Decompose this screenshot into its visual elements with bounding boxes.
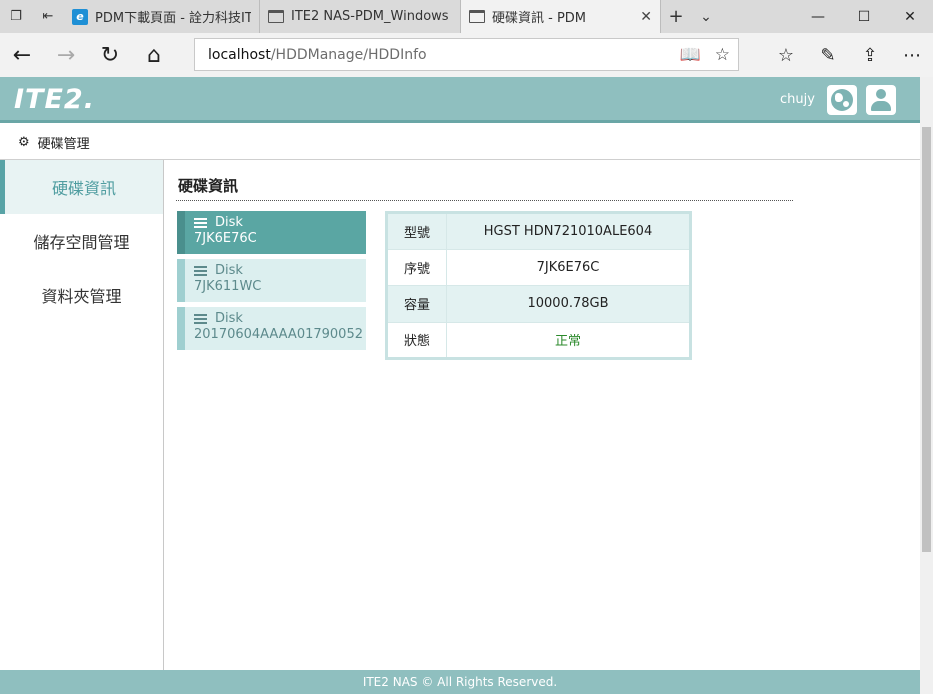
sidebar-item-folder-management[interactable]: 資料夾管理 (0, 268, 163, 322)
disk-item[interactable]: Disk 20170604AAAA01790052 (177, 307, 366, 350)
browser-tools: ☆ ✎ ⇪ ⋯ (765, 33, 933, 77)
table-row: 型號 HGST HDN721010ALE604 (386, 212, 691, 250)
table-row: 狀態 正常 (386, 321, 691, 359)
info-key: 序號 (386, 248, 447, 286)
breadcrumb: ⚙ 硬碟管理 (0, 126, 920, 160)
browser-tab-3[interactable]: 硬碟資訊 - PDM ✕ (461, 0, 661, 33)
edge-icon: e (72, 8, 88, 25)
reading-view-icon[interactable]: 📖 (680, 45, 701, 65)
disk-info-table: 型號 HGST HDN721010ALE604 序號 7JK6E76C 容量 1… (385, 211, 692, 360)
user-profile-button[interactable] (866, 85, 896, 115)
footer: ITE2 NAS © All Rights Reserved. (0, 670, 920, 694)
window-icon (469, 10, 485, 23)
table-row: 容量 10000.78GB (386, 285, 691, 323)
window-controls: — ☐ ✕ (795, 0, 933, 33)
address-bar[interactable]: localhost/HDDManage/HDDInfo 📖 ☆ (194, 38, 739, 71)
address-icons: 📖 ☆ (680, 39, 730, 70)
tab-title: 硬碟資訊 - PDM (492, 11, 587, 26)
browser-tab-bar: ❐ ⇤ e PDM下載頁面 - 詮力科技ITE ITE2 NAS-PDM_Win… (0, 0, 933, 33)
sidebar-item-hdd-info[interactable]: 硬碟資訊 (0, 160, 163, 214)
status-value: 正常 (446, 321, 691, 359)
main-content: 硬碟資訊 Disk 7JK6E76C Disk 7JK611WC Disk 20… (164, 160, 920, 670)
refresh-icon[interactable]: ↻ (88, 33, 132, 77)
page-scrollbar[interactable] (920, 77, 933, 694)
disk-id: 7JK6E76C (194, 231, 257, 246)
title-divider (176, 200, 793, 201)
person-icon (871, 89, 891, 111)
disk-item[interactable]: Disk 7JK611WC (177, 259, 366, 302)
browser-tab-1[interactable]: e PDM下載頁面 - 詮力科技ITE (64, 0, 260, 33)
disk-id: 7JK611WC (194, 279, 262, 294)
chevron-down-icon[interactable]: ⌄ (691, 0, 721, 33)
disk-id: 20170604AAAA01790052 (194, 327, 363, 342)
disk-label: Disk (215, 263, 243, 278)
menu-icon (194, 265, 207, 276)
share-icon[interactable]: ⇪ (849, 45, 891, 66)
globe-icon (831, 89, 853, 111)
table-row: 序號 7JK6E76C (386, 248, 691, 286)
breadcrumb-label: 硬碟管理 (37, 137, 90, 152)
web-note-icon[interactable]: ✎ (807, 45, 849, 66)
disk-list: Disk 7JK6E76C Disk 7JK611WC Disk 2017060… (177, 211, 366, 355)
info-value: HGST HDN721010ALE604 (446, 212, 691, 250)
disk-label: Disk (215, 215, 243, 230)
minimize-icon[interactable]: — (795, 0, 841, 33)
url-host: localhost (208, 46, 271, 63)
scrollbar-thumb[interactable] (922, 127, 931, 552)
back-arrow-icon[interactable]: ← (0, 33, 44, 77)
disk-item[interactable]: Disk 7JK6E76C (177, 211, 366, 254)
language-button[interactable] (827, 85, 857, 115)
info-key: 容量 (386, 285, 447, 323)
favorites-hub-icon[interactable]: ☆ (765, 45, 807, 66)
page-title: 硬碟資訊 (178, 177, 239, 195)
ite2-logo[interactable]: ITE2. (14, 84, 95, 115)
gear-icon: ⚙ (18, 135, 30, 150)
sidebar-item-storage-management[interactable]: 儲存空間管理 (0, 214, 163, 268)
new-tab-icon[interactable]: + (661, 0, 691, 33)
tab-manager-icon[interactable]: ❐ (0, 0, 32, 33)
footer-text: ITE2 NAS © All Rights Reserved. (362, 675, 558, 689)
info-value: 10000.78GB (446, 285, 691, 323)
username: chujy (780, 92, 815, 107)
maximize-icon[interactable]: ☐ (841, 0, 887, 33)
home-icon[interactable]: ⌂ (132, 33, 176, 77)
tab-title: ITE2 NAS-PDM_Windows 10 (291, 9, 452, 24)
app-header: ITE2. chujy (0, 77, 920, 123)
sidebar-item-label: 儲存空間管理 (33, 233, 130, 252)
forward-arrow-icon[interactable]: → (44, 33, 88, 77)
info-key: 型號 (386, 212, 447, 250)
browser-tab-2[interactable]: ITE2 NAS-PDM_Windows 10 (260, 0, 461, 33)
disk-label: Disk (215, 311, 243, 326)
browser-nav-bar: ← → ↻ ⌂ localhost/HDDManage/HDDInfo 📖 ☆ … (0, 33, 933, 77)
sidebar-item-label: 資料夾管理 (41, 287, 122, 306)
url-path: /HDDManage/HDDInfo (270, 46, 427, 63)
window-icon (268, 10, 284, 23)
close-window-icon[interactable]: ✕ (887, 0, 933, 33)
set-aside-tabs-icon[interactable]: ⇤ (32, 0, 64, 33)
more-options-icon[interactable]: ⋯ (891, 45, 933, 66)
sidebar: 硬碟資訊 儲存空間管理 資料夾管理 (0, 160, 164, 670)
sidebar-item-label: 硬碟資訊 (51, 179, 116, 198)
info-key: 狀態 (386, 321, 447, 359)
favorite-star-icon[interactable]: ☆ (715, 45, 730, 65)
close-tab-icon[interactable]: ✕ (640, 9, 652, 25)
tab-title: PDM下載頁面 - 詮力科技ITE (95, 11, 251, 26)
menu-icon (194, 313, 207, 324)
menu-icon (194, 217, 207, 228)
info-value: 7JK6E76C (446, 248, 691, 286)
